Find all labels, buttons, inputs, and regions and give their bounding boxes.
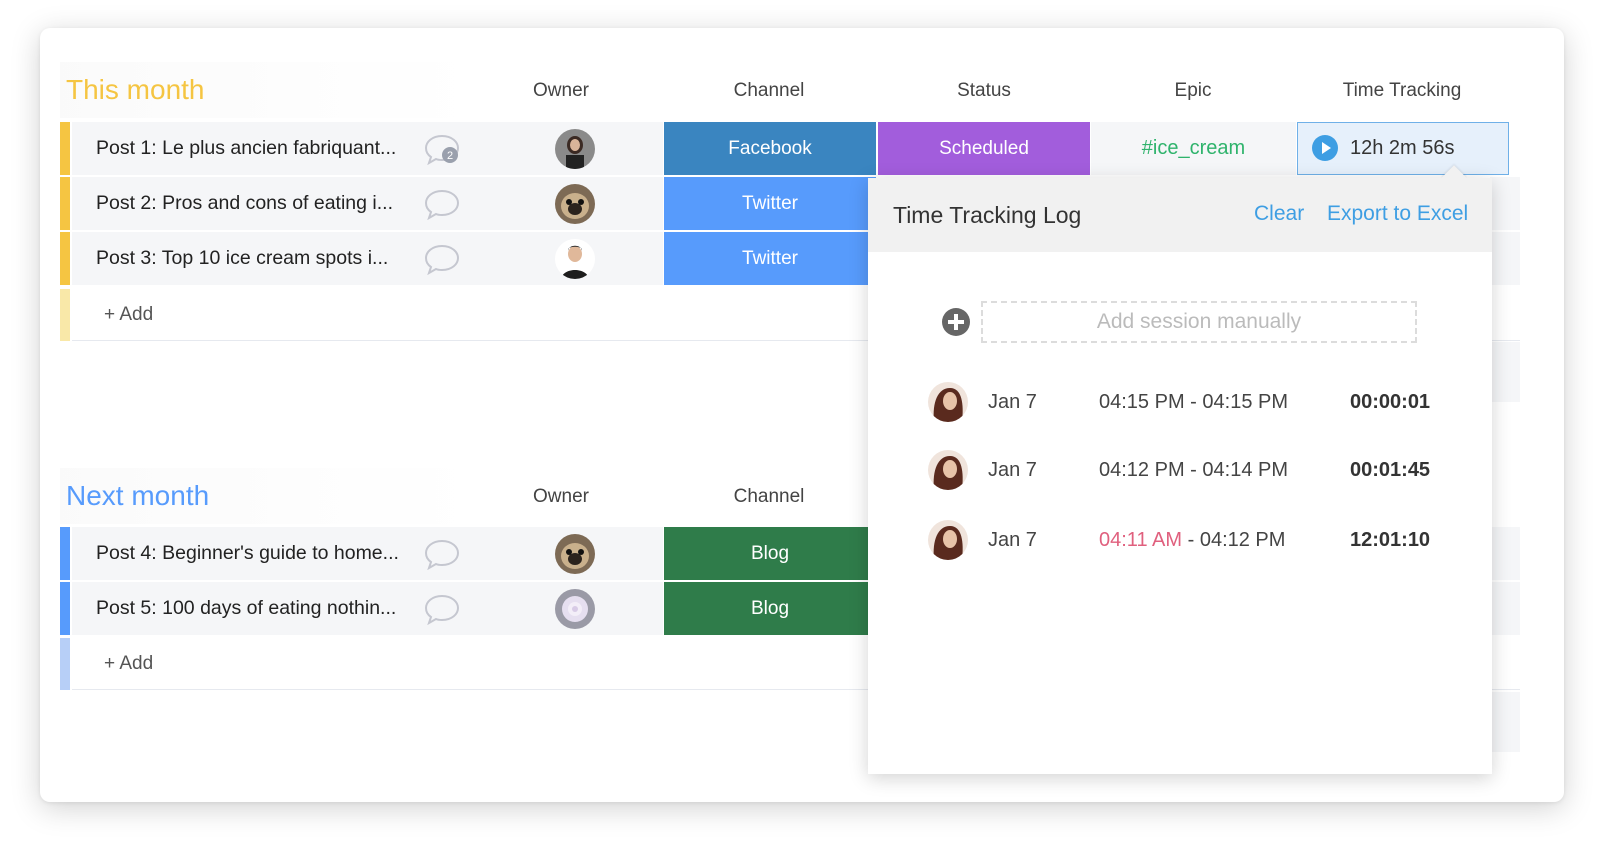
session-duration: 00:01:45 — [1350, 459, 1431, 481]
item-name-cell[interactable]: Post 5: 100 days of eating nothin... — [72, 582, 482, 635]
time-tracking-cell[interactable]: 12h 2m 56s — [1297, 122, 1509, 175]
pug-avatar — [555, 534, 595, 574]
comment-bubble-icon[interactable] — [424, 243, 460, 275]
channel-label[interactable]: Blog — [664, 527, 876, 580]
session-row: Jan 7 04:11 AM - 04:12 PM 12:01:10 — [868, 518, 1492, 562]
man-avatar — [555, 239, 595, 279]
table-row[interactable]: Post 4: Beginner's guide to home... Blog — [60, 527, 880, 580]
group-color-stripe — [60, 638, 70, 690]
comment-bubble-icon[interactable] — [424, 188, 460, 220]
column-header-status[interactable]: Status — [879, 80, 1089, 102]
add-item-button[interactable]: + Add — [104, 289, 153, 341]
pug-avatar — [555, 184, 595, 224]
item-name: Post 4: Beginner's guide to home... — [96, 542, 399, 564]
column-header-channel[interactable]: Channel — [664, 486, 874, 508]
owner-cell[interactable] — [473, 527, 663, 580]
column-header-owner[interactable]: Owner — [456, 80, 666, 102]
popover-header: Time Tracking Log Clear Export to Excel — [868, 178, 1492, 252]
comment-bubble-icon[interactable]: 2 — [424, 133, 460, 165]
table-row[interactable]: Post 1: Le plus ancien fabriquant... 2 F… — [60, 122, 1520, 175]
plus-circle-icon[interactable] — [941, 307, 971, 337]
item-name: Post 1: Le plus ancien fabriquant... — [96, 137, 397, 159]
session-separator: - — [1190, 459, 1197, 481]
column-header-channel[interactable]: Channel — [664, 80, 874, 102]
session-date: Jan 7 — [988, 459, 1037, 481]
row-fragment — [1490, 582, 1520, 635]
group-title-next-month[interactable]: Next month — [60, 468, 480, 524]
session-row: Jan 7 04:15 PM - 04:15 PM 00:00:01 — [868, 380, 1492, 424]
channel-label[interactable]: Blog — [664, 582, 876, 635]
session-time-range: 04:12 PM - 04:14 PM — [1099, 448, 1288, 492]
column-header-owner[interactable]: Owner — [456, 486, 666, 508]
item-name: Post 5: 100 days of eating nothin... — [96, 597, 397, 619]
session-row: Jan 7 04:12 PM - 04:14 PM 00:01:45 — [868, 448, 1492, 492]
item-name-cell[interactable]: Post 4: Beginner's guide to home... — [72, 527, 482, 580]
session-time-range: 04:15 PM - 04:15 PM — [1099, 380, 1288, 424]
popover-title: Time Tracking Log — [893, 202, 1082, 228]
group-color-stripe — [60, 527, 70, 580]
owner-cell[interactable] — [473, 232, 663, 285]
group-color-stripe — [60, 289, 70, 341]
session-date: Jan 7 — [988, 529, 1037, 551]
owner-cell[interactable] — [473, 582, 663, 635]
session-start: 04:11 AM — [1099, 529, 1183, 551]
session-duration: 12:01:10 — [1350, 529, 1431, 551]
woman-avatar — [555, 129, 595, 169]
table-row[interactable]: Post 5: 100 days of eating nothin... Blo… — [60, 582, 880, 635]
group-color-stripe — [60, 177, 70, 230]
comment-count: 2 — [447, 150, 453, 162]
item-name: Post 3: Top 10 ice cream spots i... — [96, 247, 389, 269]
group-title-this-month[interactable]: This month — [60, 62, 480, 118]
session-separator: - — [1190, 391, 1197, 413]
item-name-cell[interactable]: Post 3: Top 10 ice cream spots i... — [72, 232, 482, 285]
add-item-button[interactable]: + Add — [104, 638, 153, 690]
clear-button[interactable]: Clear — [1254, 178, 1304, 250]
group-color-stripe — [60, 232, 70, 285]
session-end: 04:15 PM — [1202, 391, 1289, 413]
row-fragment — [1490, 177, 1520, 230]
epic-tag[interactable]: #ice_cream — [1091, 122, 1296, 175]
time-tracking-log-popover: Time Tracking Log Clear Export to Excel … — [868, 165, 1492, 774]
add-session-input[interactable]: Add session manually — [981, 301, 1417, 343]
row-fragment — [1490, 232, 1520, 285]
session-start: 04:12 PM — [1099, 459, 1185, 481]
column-header-time-tracking[interactable]: Time Tracking — [1297, 80, 1507, 102]
item-name-cell[interactable]: Post 1: Le plus ancien fabriquant... 2 — [72, 122, 482, 175]
comment-bubble-icon[interactable] — [424, 538, 460, 570]
group-color-stripe — [60, 582, 70, 635]
session-time-range: 04:11 AM - 04:12 PM — [1099, 518, 1285, 562]
play-icon[interactable] — [1312, 135, 1338, 161]
flower-avatar — [555, 589, 595, 629]
group-color-stripe — [60, 122, 70, 175]
user-avatar — [928, 450, 968, 490]
channel-label[interactable]: Twitter — [664, 232, 876, 285]
session-duration: 00:00:01 — [1350, 391, 1431, 413]
owner-cell[interactable] — [473, 177, 663, 230]
user-avatar — [928, 520, 968, 560]
tracked-time: 12h 2m 56s — [1350, 137, 1455, 159]
status-label[interactable]: Scheduled — [878, 122, 1090, 175]
user-avatar — [928, 382, 968, 422]
session-start: 04:15 PM — [1099, 391, 1185, 413]
session-separator: - — [1187, 529, 1195, 551]
session-date: Jan 7 — [988, 391, 1037, 413]
row-fragment — [1490, 527, 1520, 580]
table-row[interactable]: Post 3: Top 10 ice cream spots i... Twit… — [60, 232, 880, 285]
session-end: 04:12 PM — [1199, 529, 1286, 551]
session-end: 04:14 PM — [1202, 459, 1289, 481]
table-row[interactable]: Post 2: Pros and cons of eating i... Twi… — [60, 177, 880, 230]
export-to-excel-button[interactable]: Export to Excel — [1327, 178, 1468, 250]
row-fragment — [1490, 692, 1520, 752]
item-name: Post 2: Pros and cons of eating i... — [96, 192, 394, 214]
row-fragment — [1490, 342, 1520, 402]
column-header-epic[interactable]: Epic — [1088, 80, 1298, 102]
item-name-cell[interactable]: Post 2: Pros and cons of eating i... — [72, 177, 482, 230]
owner-cell[interactable] — [473, 122, 663, 175]
comment-bubble-icon[interactable] — [424, 593, 460, 625]
channel-label[interactable]: Facebook — [664, 122, 876, 175]
channel-label[interactable]: Twitter — [664, 177, 876, 230]
